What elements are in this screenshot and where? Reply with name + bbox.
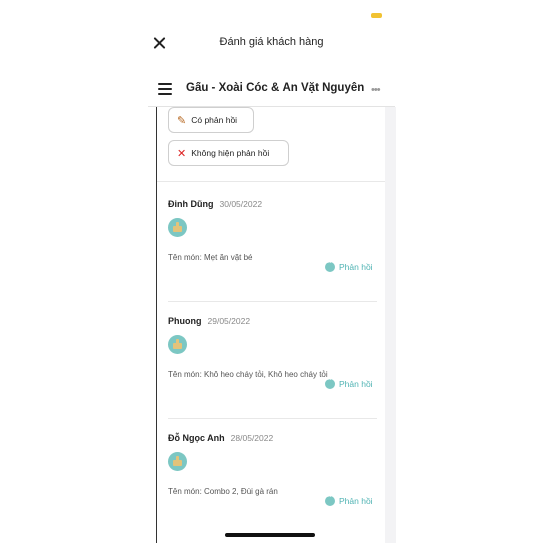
thumbs-up-icon bbox=[168, 452, 187, 471]
reviewer-name: Đỗ Ngọc Anh bbox=[168, 433, 225, 443]
menu-icon[interactable] bbox=[158, 83, 172, 95]
chat-bubble-icon bbox=[325, 492, 335, 506]
home-indicator bbox=[225, 533, 315, 537]
chat-bubble-icon bbox=[325, 375, 335, 389]
dish-name: Tên món: Mẹt ăn vặt bé bbox=[168, 253, 253, 262]
review-item: Phuong 29/05/2022 Tên món: Khô heo cháy t… bbox=[157, 316, 385, 426]
reply-button[interactable]: Phản hồi bbox=[325, 258, 373, 272]
dish-name: Tên món: Combo 2, Đùi gà rán bbox=[168, 487, 278, 496]
chat-bubble-icon bbox=[325, 258, 335, 272]
divider bbox=[168, 301, 377, 302]
reviewer-name: Phuong bbox=[168, 316, 202, 326]
shop-selector-bar: Gấu - Xoài Cóc & Ăn Vặt Nguyễn ... ••• bbox=[148, 72, 395, 107]
divider bbox=[168, 418, 377, 419]
battery-icon bbox=[371, 13, 382, 18]
review-item: Đỗ Ngọc Anh 28/05/2022 Tên món: Combo 2, … bbox=[157, 433, 385, 543]
filter-has-reply-button[interactable]: ✎ Có phản hồi bbox=[168, 107, 254, 133]
page-title: Đánh giá khách hàng bbox=[219, 36, 324, 48]
shop-name[interactable]: Gấu - Xoài Cóc & Ăn Vặt Nguyễn ... bbox=[186, 82, 366, 94]
dish-name: Tên món: Khô heo cháy tỏi, Khô heo cháy … bbox=[168, 370, 328, 379]
reply-button[interactable]: Phản hồi bbox=[325, 492, 373, 506]
review-list: ✎ Có phản hồi ✕ Không hiện phản hồi Đinh… bbox=[156, 107, 385, 543]
filter-label: Có phản hồi bbox=[191, 115, 238, 125]
side-gutter bbox=[385, 107, 396, 543]
review-item: Đinh Dũng 30/05/2022 Tên món: Mẹt ăn vặt … bbox=[157, 199, 385, 309]
divider bbox=[157, 181, 385, 182]
filter-label: Không hiện phản hồi bbox=[191, 148, 270, 158]
review-date: 30/05/2022 bbox=[219, 199, 263, 209]
reply-button[interactable]: Phản hồi bbox=[325, 375, 373, 389]
more-options-icon[interactable]: ••• bbox=[371, 84, 381, 96]
thumbs-up-icon bbox=[168, 335, 187, 354]
thumbs-up-icon bbox=[168, 218, 187, 237]
review-date: 29/05/2022 bbox=[207, 316, 251, 326]
reviewer-name: Đinh Dũng bbox=[168, 199, 214, 209]
cross-icon: ✕ bbox=[177, 147, 187, 160]
filter-hidden-reply-button[interactable]: ✕ Không hiện phản hồi bbox=[168, 140, 289, 166]
pencil-icon: ✎ bbox=[177, 114, 187, 127]
review-date: 28/05/2022 bbox=[230, 433, 274, 443]
